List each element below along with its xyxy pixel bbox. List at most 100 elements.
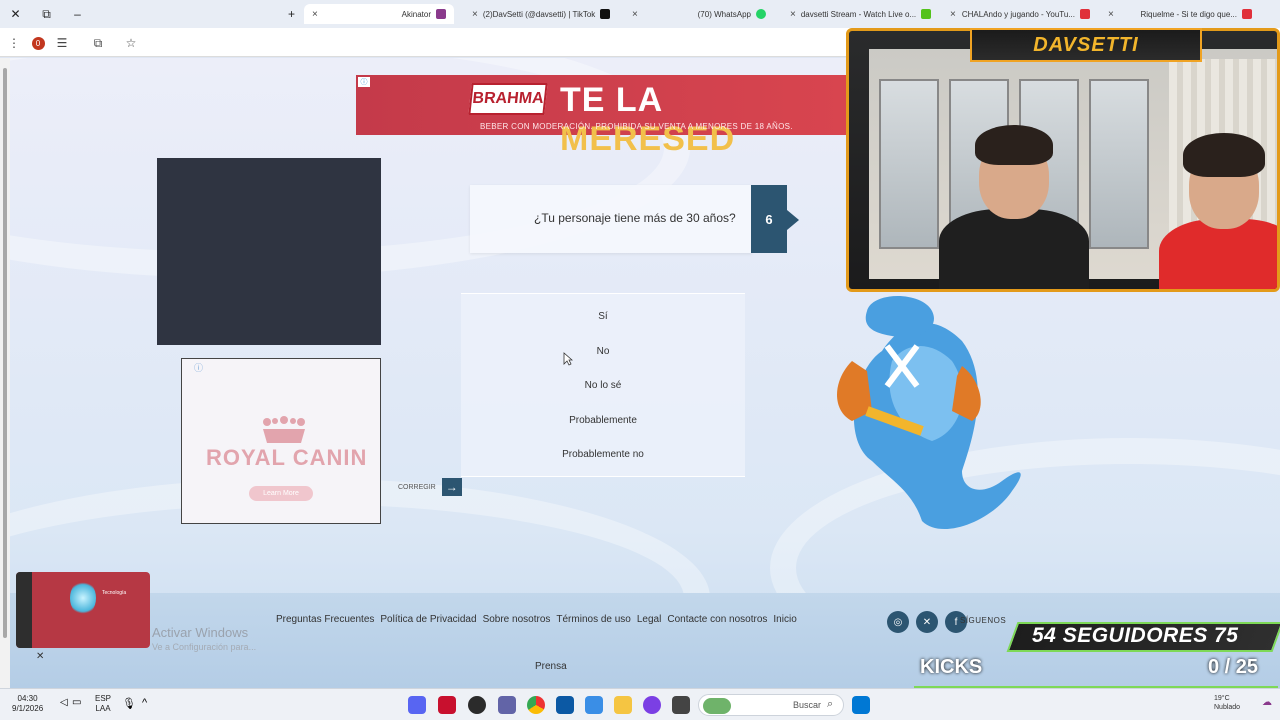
kick-favicon-icon bbox=[921, 9, 932, 19]
close-tab-icon[interactable]: × bbox=[632, 9, 638, 20]
correct-button[interactable]: CORREGIR → bbox=[398, 478, 462, 496]
taskbar-clock[interactable]: 04:30 9/1/2026 bbox=[12, 694, 43, 714]
close-tab-icon[interactable]: × bbox=[950, 9, 956, 20]
profile-icon[interactable]: 0 bbox=[28, 33, 48, 53]
weather-icon[interactable]: ☁ bbox=[1262, 697, 1272, 708]
volume-icon[interactable]: ◁ bbox=[60, 697, 68, 708]
webcam-fridge bbox=[879, 79, 939, 249]
webcam-fridge bbox=[1089, 79, 1149, 249]
footer-link-press[interactable]: Prensa bbox=[535, 661, 567, 672]
tab-akinator[interactable]: × Akinator bbox=[304, 4, 454, 24]
footer-link-about[interactable]: Sobre nosotros bbox=[483, 614, 551, 625]
ad-info-icon[interactable]: ⓘ bbox=[194, 361, 203, 374]
chrome-icon[interactable] bbox=[527, 696, 545, 714]
scrollbar-thumb[interactable] bbox=[3, 68, 7, 638]
youtube-favicon-icon bbox=[1242, 9, 1252, 19]
page-scrollbar[interactable] bbox=[0, 58, 10, 688]
answer-probably-not-button[interactable]: Probablemente no bbox=[461, 449, 745, 460]
close-window-button[interactable]: ✕ bbox=[0, 0, 31, 28]
streamer-webcam bbox=[846, 28, 1280, 292]
mini-player-label: Tecnología bbox=[102, 590, 127, 596]
x-twitter-icon[interactable]: ✕ bbox=[916, 611, 938, 633]
question-text: ¿Tu personaje tiene más de 30 años? bbox=[534, 211, 736, 225]
tab-title: (2)DavSetti (@davsetti) | TikTok bbox=[482, 9, 596, 19]
tab-kick-stream[interactable]: × davsetti Stream - Watch Live o... bbox=[782, 4, 938, 24]
ad-info-icon[interactable]: ⓘ bbox=[358, 77, 370, 87]
footer-link-privacy[interactable]: Política de Privacidad bbox=[380, 614, 476, 625]
royal-canin-ad[interactable]: ⓘ ROYAL CANIN Learn More bbox=[181, 358, 381, 524]
answer-yes-button[interactable]: Sí bbox=[461, 311, 745, 322]
app-icon[interactable] bbox=[438, 696, 456, 714]
close-tab-icon[interactable]: × bbox=[1108, 9, 1114, 20]
tab-title: Riquelme - Si te digo que... bbox=[1140, 9, 1238, 19]
discord-icon[interactable] bbox=[408, 696, 426, 714]
answer-list: Sí No No lo sé Probablemente Probablemen… bbox=[461, 293, 745, 477]
taskbar-language[interactable]: ESP LAA bbox=[95, 694, 111, 714]
question-card: ¿Tu personaje tiene más de 30 años? bbox=[470, 185, 752, 253]
new-tab-button[interactable]: + bbox=[276, 0, 307, 28]
question-number-pointer bbox=[787, 210, 799, 230]
ad-headline: TE LA MERESED bbox=[560, 81, 736, 158]
tab-tiktok[interactable]: × (2)DavSetti (@davsetti) | TikTok bbox=[464, 4, 616, 24]
footer-link-home[interactable]: Inicio bbox=[773, 614, 796, 625]
answer-no-button[interactable]: No bbox=[461, 346, 745, 357]
bookmark-star-icon[interactable]: ☆ bbox=[121, 33, 141, 53]
file-explorer-icon[interactable] bbox=[614, 696, 632, 714]
extensions-icon[interactable]: ⧉ bbox=[88, 33, 108, 53]
follower-goal-text: 54 SEGUIDORES 75 bbox=[1032, 624, 1239, 647]
mini-player-controls[interactable] bbox=[16, 572, 32, 648]
minimize-window-button[interactable]: – bbox=[62, 0, 93, 28]
royal-canin-logo-text: ROYAL CANIN bbox=[206, 445, 368, 470]
footer-link-contact[interactable]: Contacte con nosotros bbox=[667, 614, 767, 625]
question-number: 6 bbox=[751, 185, 787, 253]
answer-dont-know-button[interactable]: No lo sé bbox=[461, 380, 745, 391]
tab-title: CHALAndo y jugando - YouTu... bbox=[961, 9, 1075, 19]
kicks-count: 0 / 25 bbox=[1208, 656, 1259, 678]
ad-brand-logo: BRAHMA bbox=[468, 83, 548, 115]
brahma-ad-banner[interactable]: BRAHMA TE LA MERESED BEBER CON MODERACIÓ… bbox=[356, 75, 846, 158]
ad-disclaimer: BEBER CON MODERACIÓN. PROHIBIDA SU VENTA… bbox=[480, 122, 793, 131]
windows-start-icon[interactable] bbox=[852, 696, 870, 714]
task-view-icon[interactable] bbox=[672, 696, 690, 714]
tab-whatsapp[interactable]: × (70) WhatsApp bbox=[624, 4, 774, 24]
tab-title: Akinator bbox=[401, 9, 431, 19]
video-ad-placeholder[interactable] bbox=[157, 158, 381, 345]
footer-link-legal[interactable]: Legal bbox=[637, 614, 661, 625]
network-icon[interactable]: ▭ bbox=[72, 697, 81, 708]
footer-link-faq[interactable]: Preguntas Frecuentes bbox=[276, 614, 374, 625]
tab-strip: ✕ ⧉ – + × Akinator × (2)DavSetti (@davse… bbox=[0, 0, 1280, 28]
tab-title: davsetti Stream - Watch Live o... bbox=[800, 9, 917, 19]
tiktok-favicon-icon bbox=[600, 9, 611, 19]
restore-window-button[interactable]: ⧉ bbox=[31, 0, 62, 28]
store-icon[interactable] bbox=[585, 696, 603, 714]
kicks-label: KICKS bbox=[920, 656, 983, 678]
teams-icon[interactable] bbox=[498, 696, 516, 714]
tab-youtube[interactable]: × CHALAndo y jugando - YouTu... bbox=[942, 4, 1098, 24]
close-tab-icon[interactable]: × bbox=[312, 9, 318, 20]
search-highlight-icon bbox=[703, 698, 731, 714]
screen: ✕ ⧉ – + × Akinator × (2)DavSetti (@davse… bbox=[0, 0, 1280, 720]
search-label: Buscar bbox=[793, 700, 822, 710]
obs-icon[interactable] bbox=[468, 696, 486, 714]
instagram-icon[interactable]: ◎ bbox=[887, 611, 909, 633]
edge-icon[interactable] bbox=[556, 696, 574, 714]
crown-icon bbox=[263, 416, 305, 443]
close-tab-icon[interactable]: × bbox=[472, 9, 478, 20]
chevron-up-icon[interactable]: ^ bbox=[142, 697, 147, 709]
tab-search-icon[interactable]: ☰ bbox=[52, 33, 72, 53]
answer-probably-button[interactable]: Probablemente bbox=[461, 415, 745, 426]
youtube-favicon-icon bbox=[1080, 9, 1090, 19]
mini-player[interactable]: Tecnología bbox=[16, 572, 150, 648]
taskbar-weather[interactable]: 19°C Nublado bbox=[1214, 694, 1240, 712]
footer-link-terms[interactable]: Términos de uso bbox=[556, 614, 630, 625]
taskbar-search[interactable]: Buscar ⌕ bbox=[698, 694, 844, 716]
close-tab-icon[interactable]: × bbox=[790, 9, 796, 20]
footer-links: Preguntas Frecuentes Política de Privaci… bbox=[276, 614, 797, 625]
close-icon[interactable]: ✕ bbox=[36, 651, 44, 662]
tab-youtube-riquelme[interactable]: × Riquelme - Si te digo que... bbox=[1100, 4, 1260, 24]
microphone-icon[interactable]: 🎙 bbox=[122, 697, 136, 710]
menu-icon[interactable]: ⋮ bbox=[4, 33, 24, 53]
akinator-genie-icon bbox=[837, 296, 1021, 530]
copilot-icon[interactable] bbox=[643, 696, 661, 714]
learn-more-button[interactable]: Learn More bbox=[249, 486, 313, 501]
